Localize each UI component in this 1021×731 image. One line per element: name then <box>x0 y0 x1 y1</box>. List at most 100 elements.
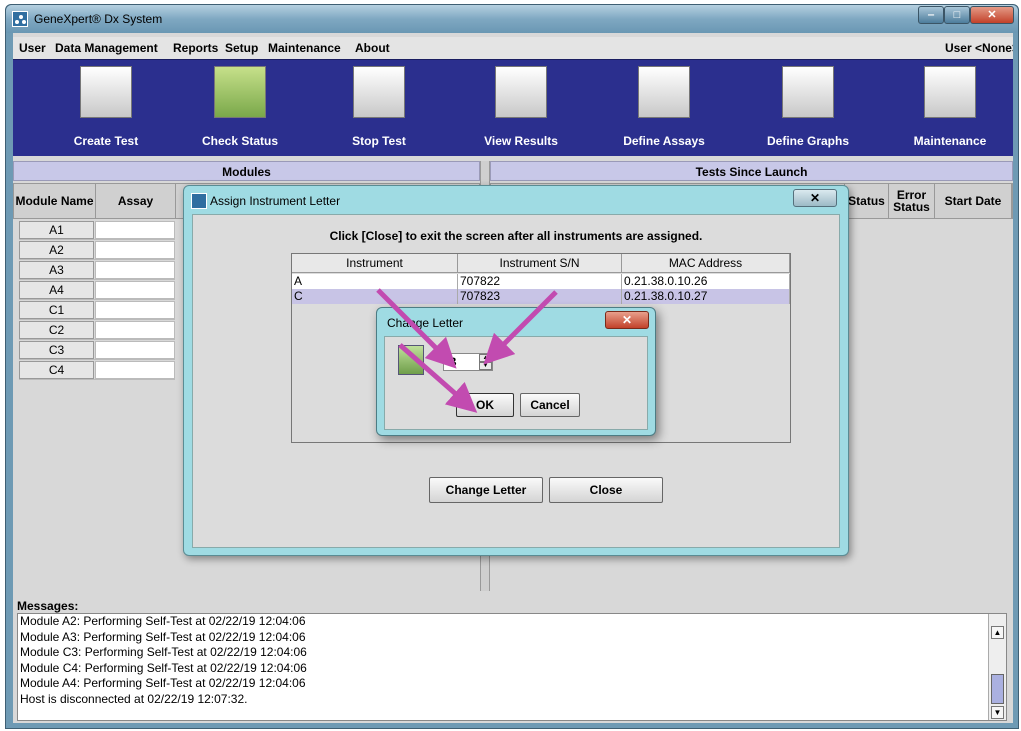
col-start-date[interactable]: Start Date <box>935 184 1012 218</box>
cell-instrument: A <box>292 274 458 289</box>
check-status-button[interactable]: Check Status <box>190 66 290 148</box>
menu-about[interactable]: About <box>355 41 390 55</box>
col-mac-address[interactable]: MAC Address <box>622 254 790 273</box>
create-test-label: Create Test <box>73 134 139 148</box>
scroll-down-icon[interactable]: ▼ <box>991 706 1004 719</box>
messages-panel: Messages: Module A2: Performing Self-Tes… <box>13 593 1013 723</box>
define-graphs-button[interactable]: Define Graphs <box>758 66 858 148</box>
module-row[interactable]: C2 <box>19 321 175 340</box>
cell-mac: 0.21.38.0.10.27 <box>622 289 790 304</box>
table-row-selected[interactable]: C 707823 0.21.38.0.10.27 <box>292 289 790 304</box>
module-assay <box>95 361 175 379</box>
col-instrument-sn[interactable]: Instrument S/N <box>458 254 622 273</box>
ok-button[interactable]: OK <box>456 393 514 417</box>
module-row[interactable]: C1 <box>19 301 175 320</box>
define-assays-icon <box>638 66 690 118</box>
menu-bar: User Data Management Reports Setup Maint… <box>13 37 1013 59</box>
spinner-up-icon[interactable]: ▲ <box>479 354 492 362</box>
module-assay <box>95 301 175 319</box>
messages-scrollbar[interactable]: ▲ ▼ <box>988 614 1006 720</box>
dialog-title: Assign Instrument Letter <box>210 194 341 208</box>
stop-test-icon <box>353 66 405 118</box>
message-line: Module C4: Performing Self-Test at 02/22… <box>20 660 307 675</box>
col-assay[interactable]: Assay <box>96 184 176 218</box>
module-name: C4 <box>19 361 94 379</box>
change-letter-close-icon[interactable]: ✕ <box>605 311 649 329</box>
message-line: Module C3: Performing Self-Test at 02/22… <box>20 645 307 659</box>
cell-sn: 707822 <box>458 274 622 289</box>
modules-pane-header: Modules <box>13 161 480 181</box>
module-name: A4 <box>19 281 94 299</box>
module-name: C1 <box>19 301 94 319</box>
module-row[interactable]: A3 <box>19 261 175 280</box>
col-module-name[interactable]: Module Name <box>14 184 96 218</box>
stop-test-label: Stop Test <box>352 134 406 148</box>
change-letter-dialog: Change Letter ✕ B ▲ ▼ OK Cancel <box>376 307 656 436</box>
menu-data-management[interactable]: Data Management <box>55 41 158 55</box>
question-icon <box>398 345 424 375</box>
close-button[interactable]: Close <box>549 477 663 503</box>
create-test-icon <box>80 66 132 118</box>
table-row[interactable]: A 707822 0.21.38.0.10.26 <box>292 274 790 289</box>
menu-user[interactable]: User <box>19 41 46 55</box>
col-instrument[interactable]: Instrument <box>292 254 458 273</box>
menu-maintenance[interactable]: Maintenance <box>268 41 341 55</box>
view-results-button[interactable]: View Results <box>471 66 571 148</box>
maintenance-button[interactable]: Maintenance <box>900 66 1000 148</box>
cancel-button[interactable]: Cancel <box>520 393 580 417</box>
message-line: Module A2: Performing Self-Test at 02/22… <box>20 614 306 628</box>
module-name: C3 <box>19 341 94 359</box>
check-status-icon <box>214 66 266 118</box>
cell-mac: 0.21.38.0.10.26 <box>622 274 790 289</box>
module-assay <box>95 341 175 359</box>
menu-setup[interactable]: Setup <box>225 41 258 55</box>
define-graphs-icon <box>782 66 834 118</box>
message-line: Module A3: Performing Self-Test at 02/22… <box>20 629 306 644</box>
title-bar[interactable]: GeneXpert® Dx System ‒ □ ✕ <box>6 5 1018 33</box>
col-error-status[interactable]: Error Status <box>889 184 935 218</box>
scroll-up-icon[interactable]: ▲ <box>991 626 1004 639</box>
module-row[interactable]: A1 <box>19 221 175 240</box>
define-assays-label: Define Assays <box>623 134 705 148</box>
maintenance-icon <box>924 66 976 118</box>
spinner-down-icon[interactable]: ▼ <box>479 362 492 370</box>
module-name: A2 <box>19 241 94 259</box>
minimize-button[interactable]: ‒ <box>918 6 944 24</box>
define-graphs-label: Define Graphs <box>766 134 850 148</box>
dialog-app-icon <box>191 193 207 209</box>
module-assay <box>95 261 175 279</box>
close-window-button[interactable]: ✕ <box>970 6 1014 24</box>
view-results-label: View Results <box>484 134 558 148</box>
stop-test-button[interactable]: Stop Test <box>329 66 429 148</box>
change-letter-title: Change Letter <box>387 316 464 330</box>
message-line: Module A4: Performing Self-Test at 02/22… <box>20 676 306 690</box>
col-status[interactable]: Status <box>844 184 889 218</box>
letter-value[interactable]: B <box>448 355 457 369</box>
maximize-button[interactable]: □ <box>944 6 970 24</box>
cell-instrument: C <box>292 289 458 304</box>
define-assays-button[interactable]: Define Assays <box>614 66 714 148</box>
module-name: A1 <box>19 221 94 239</box>
dialog-close-icon[interactable]: ✕ <box>793 189 837 207</box>
module-row[interactable]: C4 <box>19 361 175 380</box>
toolbar: Create Test Check Status Stop Test View … <box>13 59 1013 156</box>
module-assay <box>95 321 175 339</box>
module-name: C2 <box>19 321 94 339</box>
check-status-label: Check Status <box>201 134 279 148</box>
change-letter-body: B ▲ ▼ OK Cancel <box>384 336 648 430</box>
module-row[interactable]: A4 <box>19 281 175 300</box>
module-row[interactable]: C3 <box>19 341 175 360</box>
message-line: Host is disconnected at 02/22/19 12:07:3… <box>20 691 248 706</box>
letter-spinner[interactable]: B ▲ ▼ <box>443 353 493 371</box>
messages-title: Messages: <box>17 599 79 613</box>
menu-reports[interactable]: Reports <box>173 41 218 55</box>
create-test-button[interactable]: Create Test <box>56 66 156 148</box>
scroll-thumb[interactable] <box>991 674 1004 704</box>
module-assay <box>95 221 175 239</box>
change-letter-button[interactable]: Change Letter <box>429 477 543 503</box>
module-assay <box>95 241 175 259</box>
tests-pane-header: Tests Since Launch <box>490 161 1013 181</box>
messages-list[interactable]: Module A2: Performing Self-Test at 02/22… <box>17 613 1007 721</box>
module-row[interactable]: A2 <box>19 241 175 260</box>
maintenance-label: Maintenance <box>913 134 987 148</box>
